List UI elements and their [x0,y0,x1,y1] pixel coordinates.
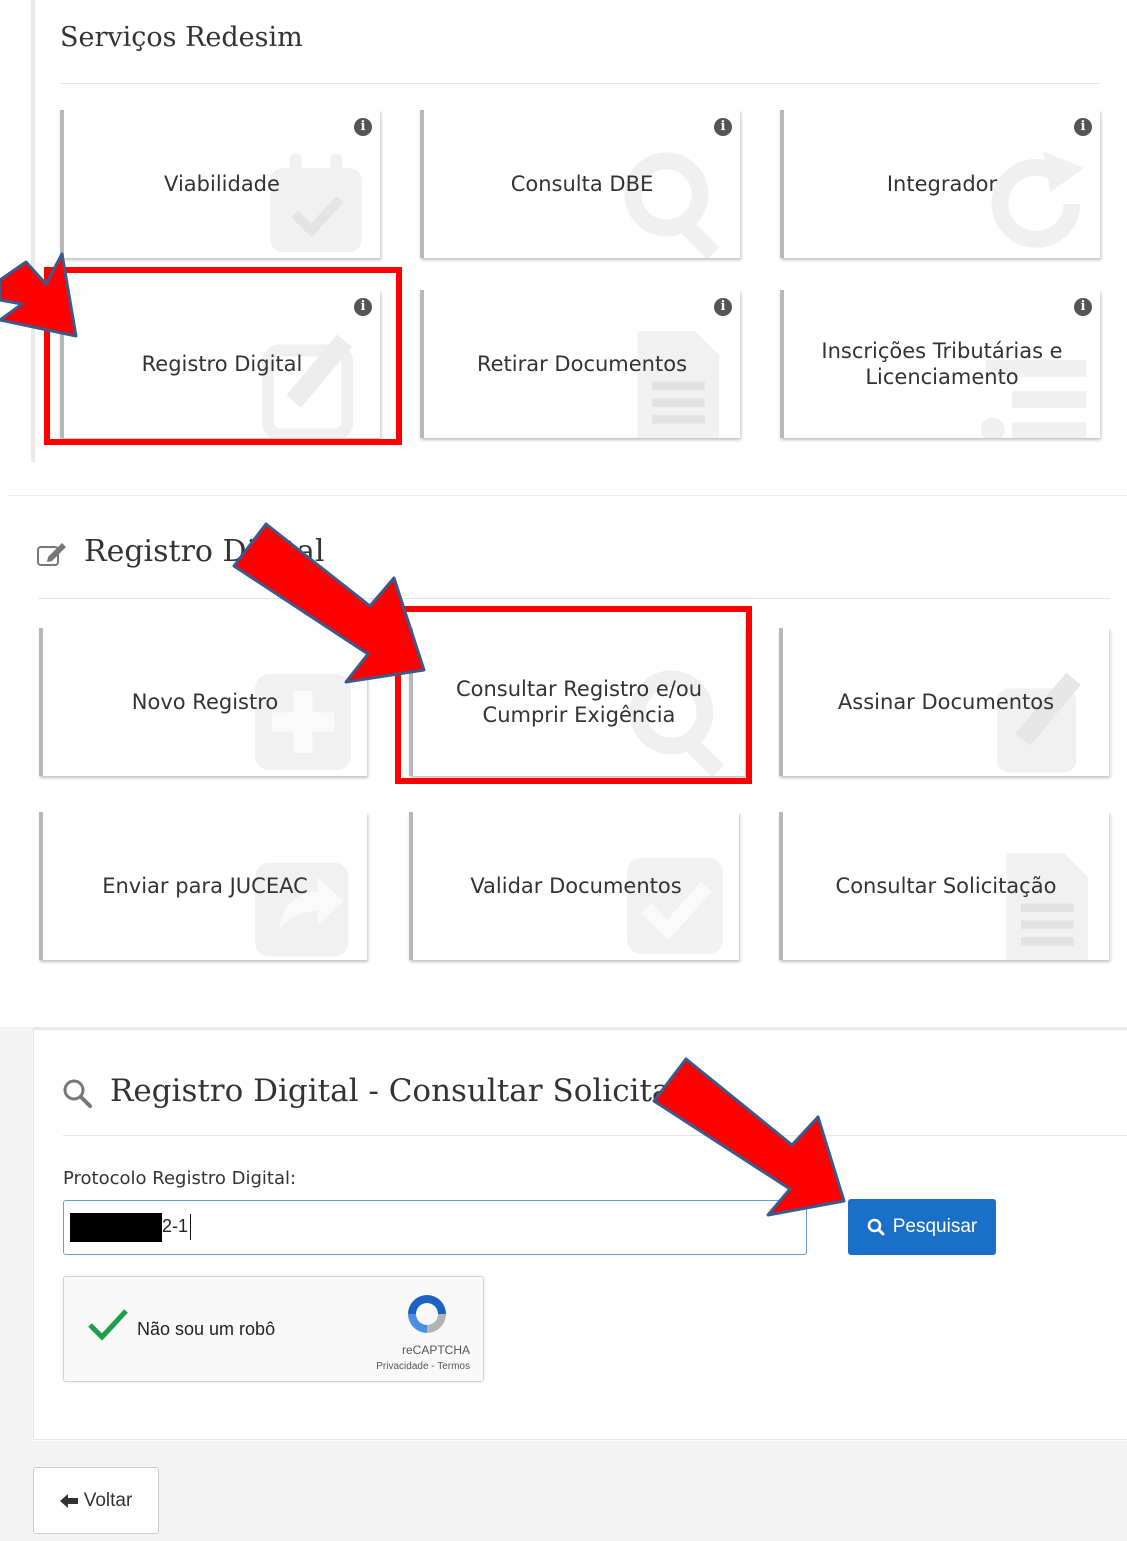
tile-registro-digital[interactable]: i Registro Digital [60,290,380,438]
tile-novo-registro[interactable]: Novo Registro [39,628,367,776]
registro-digital-panel: Registro Digital Novo Registro Consultar… [8,495,1127,1025]
check-icon [627,858,723,954]
calendar-check-icon [270,153,362,252]
redaction-block [70,1213,162,1242]
panel-left-border [31,0,35,462]
protocolo-label: Protocolo Registro Digital: [63,1168,297,1189]
tile-label: Retirar Documentos [476,352,688,376]
tile-label: Novo Registro [131,690,279,714]
pesquisar-label: Pesquisar [892,1216,978,1237]
arrow-left-icon [59,1493,78,1508]
recaptcha-label: Não sou um robô [137,1319,276,1339]
document-icon [1006,853,1089,960]
tile-label: Consulta DBE [510,172,654,196]
checkmark-icon[interactable] [86,1307,130,1343]
tile-integrador[interactable]: i Integrador [780,110,1100,258]
tile-label: Registro Digital [141,352,303,376]
recaptcha-links[interactable]: Privacidade - Termos [344,1361,470,1372]
protocolo-value: 2-1 [162,1216,189,1236]
document-icon [637,331,720,438]
registro-digital-title: Registro Digital [84,534,325,569]
tile-label: Inscrições Tributárias e Licenciamento [821,339,1063,389]
tile-label: Consultar Registro e/ou Cumprir Exigênci… [455,677,703,727]
edit-icon [997,672,1081,773]
voltar-button[interactable]: Voltar [33,1467,159,1534]
text-cursor [190,1214,191,1240]
tile-validar-documentos[interactable]: Validar Documentos [409,812,739,960]
tile-consultar-solicitacao[interactable]: Consultar Solicitação [779,812,1109,960]
refresh-icon [991,151,1084,248]
edit-icon [262,334,354,438]
tile-consulta-dbe[interactable]: i Consulta DBE [420,110,740,258]
recaptcha-widget: Não sou um robô reCAPTCHA Privacidade - … [63,1276,484,1382]
voltar-label: Voltar [83,1489,133,1511]
plus-icon [255,674,351,770]
tile-consultar-registro[interactable]: Consultar Registro e/ou Cumprir Exigênci… [409,628,745,776]
tile-viabilidade[interactable]: i Viabilidade [60,110,380,258]
tile-assinar-documentos[interactable]: Assinar Documentos [779,628,1109,776]
tile-label: Viabilidade [164,172,280,196]
tile-label: Assinar Documentos [837,690,1055,714]
tile-label: Enviar para JUCEAC [102,874,308,898]
tile-enviar-juceac[interactable]: Enviar para JUCEAC [39,812,367,960]
tile-label: Integrador [886,172,998,196]
protocolo-input[interactable]: 2-1 [63,1200,807,1255]
info-icon[interactable]: i [354,118,372,136]
info-icon[interactable]: i [714,298,732,316]
recaptcha-logo-icon [408,1295,446,1333]
tile-retirar-documentos[interactable]: i Retirar Documentos [420,290,740,438]
servicos-redesim-panel: Serviços Redesim i Viabilidade i Consult… [0,0,1127,462]
page-background [0,1027,33,1441]
page-background [0,1441,1127,1541]
consultar-solicitacao-title: Registro Digital - Consultar Solicitação [110,1073,725,1109]
tile-inscricoes-tributarias[interactable]: i Inscrições Tributárias e Licenciamento [780,290,1100,438]
servicos-redesim-title: Serviços Redesim [60,22,303,53]
divider [38,598,1110,599]
tile-label: Consultar Solicitação [835,874,1057,898]
edit-icon [37,543,66,566]
share-icon [255,862,349,957]
search-icon [867,1218,885,1236]
info-icon[interactable]: i [354,298,372,316]
consultar-solicitacao-panel: Registro Digital - Consultar Solicitação… [33,1027,1127,1440]
info-icon[interactable]: i [1074,118,1092,136]
info-icon[interactable]: i [714,118,732,136]
pesquisar-button[interactable]: Pesquisar [848,1199,996,1255]
recaptcha-brand: reCAPTCHA [401,1343,470,1357]
search-icon [63,1079,92,1108]
tile-label: Validar Documentos [470,874,682,898]
divider [60,83,1100,84]
magnifier-icon [624,152,720,258]
divider [63,1135,1127,1136]
info-icon[interactable]: i [1074,298,1092,316]
